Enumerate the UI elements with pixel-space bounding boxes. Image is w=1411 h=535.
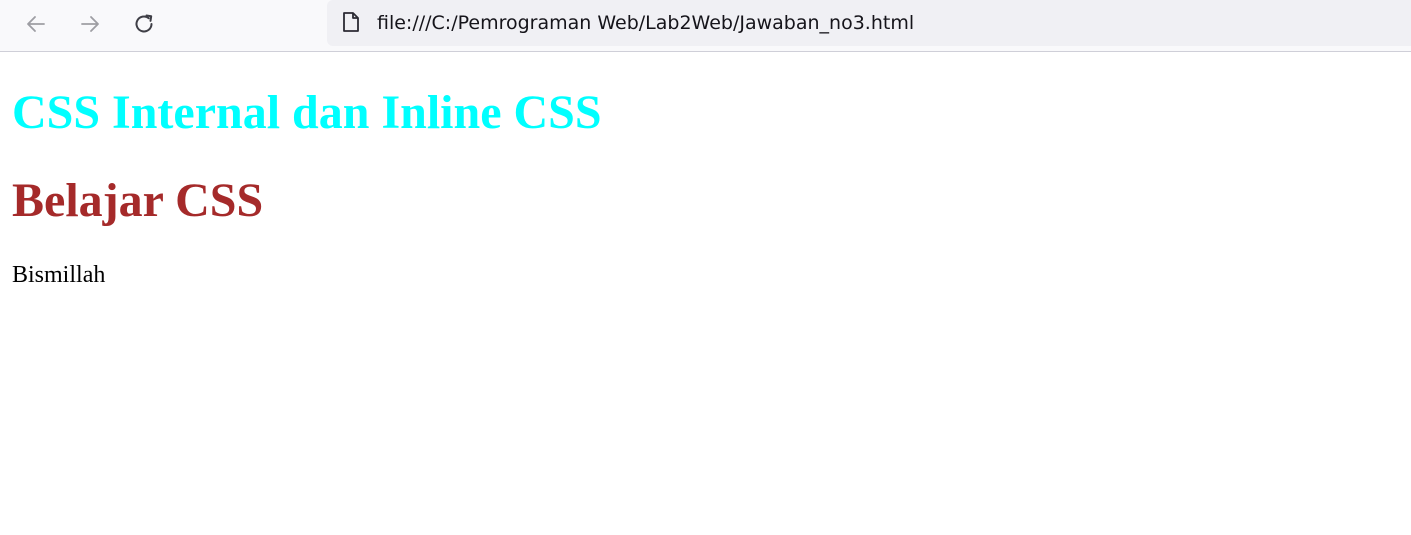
arrow-left-icon [24, 12, 48, 36]
back-button[interactable] [18, 6, 54, 42]
arrow-right-icon [78, 12, 102, 36]
page-content: CSS Internal dan Inline CSS Belajar CSS … [0, 53, 1411, 535]
url-text[interactable]: file:///C:/Pemrograman Web/Lab2Web/Jawab… [377, 11, 914, 35]
reload-button[interactable] [126, 6, 162, 42]
paragraph-bismillah: Bismillah [12, 262, 106, 288]
page-icon [341, 11, 361, 33]
address-bar[interactable]: file:///C:/Pemrograman Web/Lab2Web/Jawab… [327, 0, 1411, 46]
heading-css-internal-inline: CSS Internal dan Inline CSS [12, 86, 602, 139]
reload-icon [132, 12, 156, 36]
heading-belajar-css: Belajar CSS [12, 174, 264, 227]
forward-button[interactable] [72, 6, 108, 42]
browser-toolbar: file:///C:/Pemrograman Web/Lab2Web/Jawab… [0, 0, 1411, 52]
